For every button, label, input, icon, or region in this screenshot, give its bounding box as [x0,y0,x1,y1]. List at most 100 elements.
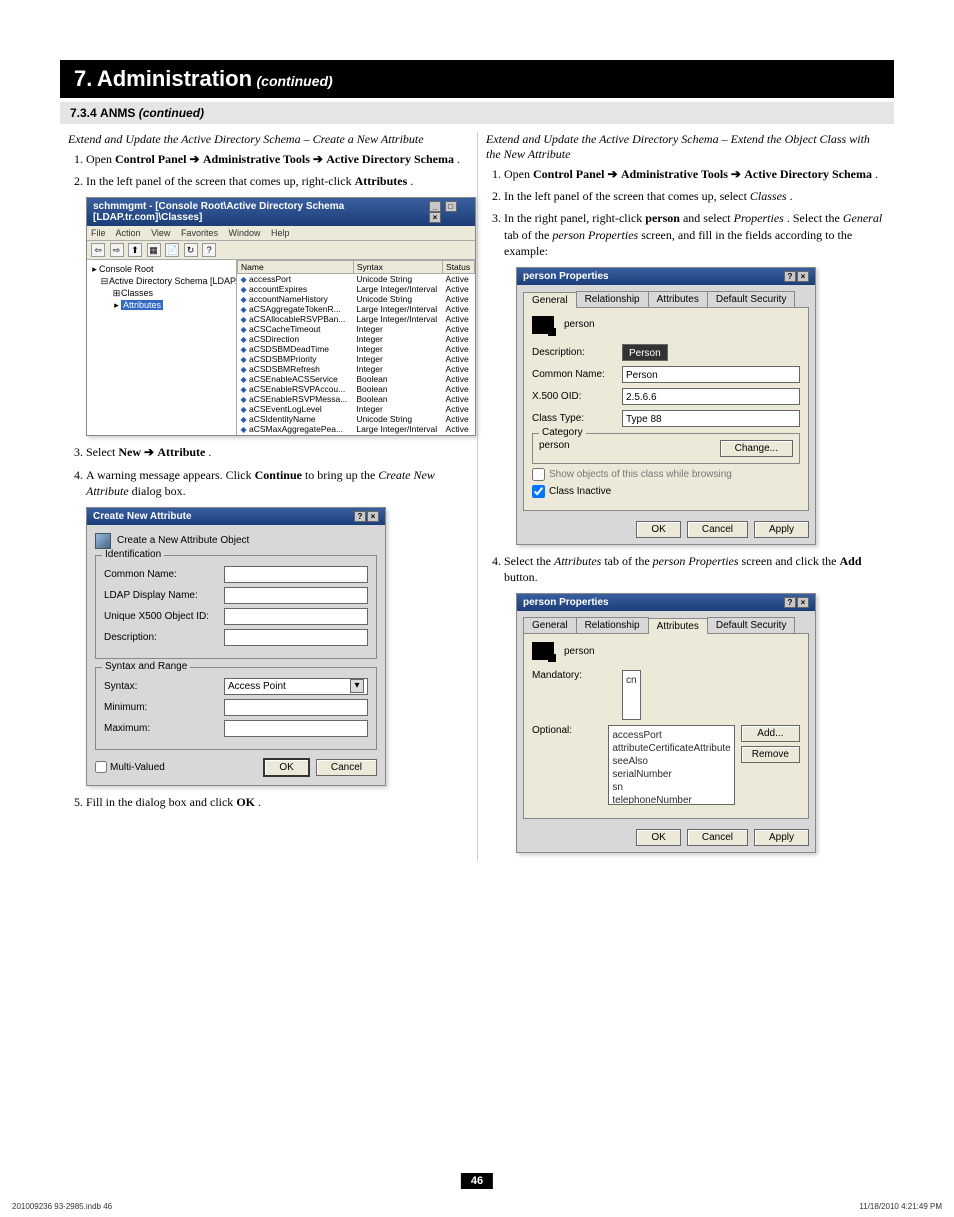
minimize-icon[interactable]: _ [429,201,441,212]
maximum-input[interactable] [224,720,368,737]
menu-favorites[interactable]: Favorites [181,228,218,238]
list-item[interactable]: attributeCertificateAttribute [612,742,730,755]
col-syntax[interactable]: Syntax [353,261,442,274]
minimum-label: Minimum: [104,702,224,713]
oid-input[interactable] [224,608,368,625]
help-icon[interactable]: ? [784,271,796,282]
tab-security[interactable]: Default Security [707,617,796,633]
close-icon[interactable]: × [797,597,809,608]
ldap-name-input[interactable] [224,587,368,604]
class-inactive-checkbox[interactable]: Class Inactive [532,485,800,498]
table-row[interactable]: ◆ accountNameHistoryUnicode StringActive [238,294,475,304]
chevron-down-icon[interactable]: ▾ [350,679,364,693]
close-icon[interactable]: × [429,212,441,223]
col-name[interactable]: Name [238,261,354,274]
change-button[interactable]: Change... [720,440,793,457]
table-row[interactable]: ◆ aCSMaxAggregatePea...Large Integer/Int… [238,424,475,434]
apply-button[interactable]: Apply [754,521,809,538]
tab-attributes[interactable]: Attributes [648,618,708,634]
table-row[interactable]: ◆ aCSMaxDurationPerFlowIntegerActive [238,434,475,435]
table-row[interactable]: ◆ aCSDSBMRefreshIntegerActive [238,364,475,374]
common-name-input[interactable] [224,566,368,583]
table-row[interactable]: ◆ aCSDSBMPriorityIntegerActive [238,354,475,364]
menu-help[interactable]: Help [271,228,290,238]
table-row[interactable]: ◆ aCSEventLogLevelIntegerActive [238,404,475,414]
person-properties-general-dialog: person Properties ?× General Relationshi… [516,267,816,545]
tree-attributes[interactable]: ▸Attributes [90,300,233,311]
remove-button[interactable]: Remove [741,746,800,763]
subsection-continued: (continued) [139,106,204,120]
export-icon[interactable]: 📄 [165,243,179,257]
tab-attributes[interactable]: Attributes [648,291,708,307]
dialog-subtitle: Create a New Attribute Object [117,535,249,546]
list-item[interactable]: cn [626,674,637,687]
table-row[interactable]: ◆ aCSAllocableRSVPBan...Large Integer/In… [238,314,475,324]
table-row[interactable]: ◆ aCSIdentityNameUnicode StringActive [238,414,475,424]
ok-button[interactable]: OK [636,521,680,538]
tree-adschema[interactable]: ⊟Active Directory Schema [LDAP.tr.com] [90,276,233,287]
cancel-button[interactable]: Cancel [687,829,748,846]
ok-button[interactable]: OK [636,829,680,846]
create-attribute-dialog: Create New Attribute ?× Create a New Att… [86,507,386,786]
table-row[interactable]: ◆ aCSEnableACSServiceBooleanActive [238,374,475,384]
optional-listbox[interactable]: accessPortattributeCertificateAttributes… [608,725,734,805]
help-icon[interactable]: ? [784,597,796,608]
list-item[interactable]: seeAlso [612,755,730,768]
close-icon[interactable]: × [367,511,379,522]
menu-view[interactable]: View [151,228,170,238]
table-row[interactable]: ◆ aCSCacheTimeoutIntegerActive [238,324,475,334]
col-status[interactable]: Status [443,261,475,274]
minimum-input[interactable] [224,699,368,716]
tab-security[interactable]: Default Security [707,291,796,307]
right-step-4: Select the Attributes tab of the person … [504,553,886,585]
list-item[interactable]: serialNumber [612,768,730,781]
tree-classes[interactable]: ⊞Classes [90,288,233,299]
mandatory-listbox[interactable]: cn [622,670,641,720]
up-icon[interactable]: ⬆ [128,243,142,257]
help-icon[interactable]: ? [202,243,216,257]
tab-general[interactable]: General [523,292,577,308]
description-label: Description: [104,632,224,643]
cancel-button[interactable]: Cancel [316,759,377,776]
list-item[interactable]: telephoneNumber [612,794,730,805]
back-icon[interactable]: ⇦ [91,243,105,257]
category-group: Category person Change... [532,433,800,464]
list-item[interactable]: sn [612,781,730,794]
toolbar: ⇦ ⇨ ⬆ ▦ 📄 ↻ ? [87,241,475,260]
table-row[interactable]: ◆ accountExpiresLarge Integer/IntervalAc… [238,284,475,294]
table-row[interactable]: ◆ aCSDSBMDeadTimeIntegerActive [238,344,475,354]
table-row[interactable]: ◆ accessPortUnicode StringActive [238,274,475,285]
grid-icon[interactable]: ▦ [147,243,161,257]
forward-icon[interactable]: ⇨ [110,243,124,257]
show-objects-checkbox[interactable]: Show objects of this class while browsin… [532,468,800,481]
syntax-dropdown[interactable]: Access Point ▾ [224,678,368,695]
maximum-label: Maximum: [104,723,224,734]
close-icon[interactable]: × [797,271,809,282]
apply-button[interactable]: Apply [754,829,809,846]
table-row[interactable]: ◆ aCSEnableRSVPMessa...BooleanActive [238,394,475,404]
description-input[interactable] [224,629,368,646]
multivalued-checkbox[interactable]: Multi-Valued [95,761,165,773]
menu-window[interactable]: Window [228,228,260,238]
table-row[interactable]: ◆ aCSDirectionIntegerActive [238,334,475,344]
identification-group: Identification Common Name: LDAP Display… [95,555,377,659]
table-row[interactable]: ◆ aCSAggregateTokenR...Large Integer/Int… [238,304,475,314]
class-name-label: person [564,319,595,330]
help-icon[interactable]: ? [354,511,366,522]
tab-relationship[interactable]: Relationship [576,617,649,633]
left-step-3: Select New ➔ Attribute . [86,444,469,460]
maximize-icon[interactable]: □ [445,201,457,212]
menu-file[interactable]: File [91,228,106,238]
menu-action[interactable]: Action [116,228,141,238]
cancel-button[interactable]: Cancel [687,521,748,538]
section-number: 7. [74,66,92,91]
tab-general[interactable]: General [523,617,577,633]
ok-button[interactable]: OK [263,758,309,777]
refresh-icon[interactable]: ↻ [184,243,198,257]
desc-value[interactable]: Person [622,344,668,361]
tree-root[interactable]: ▸Console Root [90,264,233,275]
list-item[interactable]: accessPort [612,729,730,742]
add-button[interactable]: Add... [741,725,800,742]
tab-relationship[interactable]: Relationship [576,291,649,307]
table-row[interactable]: ◆ aCSEnableRSVPAccou...BooleanActive [238,384,475,394]
